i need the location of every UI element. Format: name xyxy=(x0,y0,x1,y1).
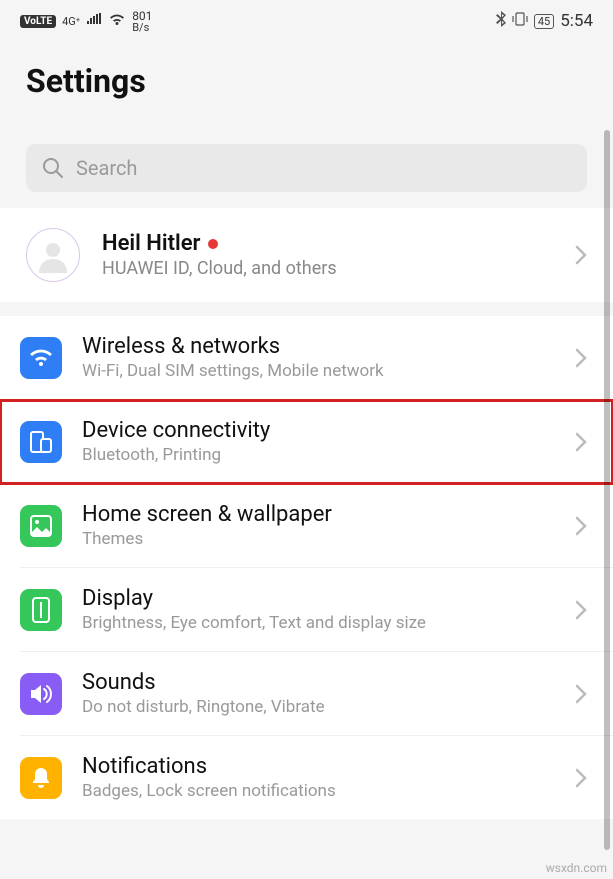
wifi-icon xyxy=(20,337,62,379)
setting-home-wallpaper[interactable]: Home screen & wallpaper Themes xyxy=(20,484,613,568)
setting-sounds[interactable]: Sounds Do not disturb, Ringtone, Vibrate xyxy=(20,652,613,736)
account-text: Heil Hitler HUAWEI ID, Cloud, and others xyxy=(102,231,553,279)
setting-subtitle: Brightness, Eye comfort, Text and displa… xyxy=(82,613,555,633)
chevron-right-icon xyxy=(575,348,587,368)
setting-subtitle: Do not disturb, Ringtone, Vibrate xyxy=(82,697,555,717)
setting-wireless-networks[interactable]: Wireless & networks Wi-Fi, Dual SIM sett… xyxy=(20,316,613,400)
setting-text: Notifications Badges, Lock screen notifi… xyxy=(82,754,555,801)
setting-title: Device connectivity xyxy=(82,418,555,443)
page-title: Settings xyxy=(26,62,587,100)
status-right: 45 5:54 xyxy=(496,11,593,31)
sounds-icon xyxy=(20,673,62,715)
setting-text: Home screen & wallpaper Themes xyxy=(82,502,555,549)
account-row[interactable]: Heil Hitler HUAWEI ID, Cloud, and others xyxy=(0,208,613,302)
section-divider xyxy=(0,302,613,316)
chevron-right-icon xyxy=(575,245,587,265)
setting-subtitle: Themes xyxy=(82,529,555,549)
search-icon xyxy=(42,157,64,179)
setting-title: Notifications xyxy=(82,754,555,779)
setting-text: Display Brightness, Eye comfort, Text an… xyxy=(82,586,555,633)
settings-list: Wireless & networks Wi-Fi, Dual SIM sett… xyxy=(0,316,613,819)
battery-indicator: 45 xyxy=(534,14,554,29)
account-name-row: Heil Hitler xyxy=(102,231,553,256)
chevron-right-icon xyxy=(575,768,587,788)
net-speed-unit: B/s xyxy=(132,22,152,33)
chevron-right-icon xyxy=(575,432,587,452)
signal-gen: 4G⁺ xyxy=(62,15,80,28)
display-icon xyxy=(20,589,62,631)
setting-device-connectivity[interactable]: Device connectivity Bluetooth, Printing xyxy=(0,400,613,484)
watermark: wsxdn.com xyxy=(546,861,607,875)
device-connectivity-icon xyxy=(20,421,62,463)
setting-text: Sounds Do not disturb, Ringtone, Vibrate xyxy=(82,670,555,717)
chevron-right-icon xyxy=(575,684,587,704)
setting-text: Device connectivity Bluetooth, Printing xyxy=(82,418,555,465)
account-name: Heil Hitler xyxy=(102,231,200,256)
setting-notifications[interactable]: Notifications Badges, Lock screen notifi… xyxy=(20,736,613,819)
wallpaper-icon xyxy=(20,505,62,547)
setting-title: Wireless & networks xyxy=(82,334,555,359)
setting-subtitle: Wi-Fi, Dual SIM settings, Mobile network xyxy=(82,361,555,381)
setting-title: Sounds xyxy=(82,670,555,695)
notifications-icon xyxy=(20,757,62,799)
search-placeholder: Search xyxy=(76,156,137,180)
setting-title: Home screen & wallpaper xyxy=(82,502,555,527)
account-subtitle: HUAWEI ID, Cloud, and others xyxy=(102,258,553,279)
clock: 5:54 xyxy=(560,11,593,31)
chevron-right-icon xyxy=(575,516,587,536)
notification-dot-icon xyxy=(208,239,218,249)
setting-subtitle: Badges, Lock screen notifications xyxy=(82,781,555,801)
account-section: Heil Hitler HUAWEI ID, Cloud, and others xyxy=(0,208,613,302)
signal-icon xyxy=(86,13,102,29)
chevron-right-icon xyxy=(575,600,587,620)
bluetooth-icon xyxy=(496,11,506,31)
volte-badge: VoLTE xyxy=(20,15,56,28)
setting-title: Display xyxy=(82,586,555,611)
header: Settings xyxy=(0,42,613,130)
search-input[interactable]: Search xyxy=(26,144,587,192)
network-speed: 801 B/s xyxy=(132,10,152,33)
setting-text: Wireless & networks Wi-Fi, Dual SIM sett… xyxy=(82,334,555,381)
setting-display[interactable]: Display Brightness, Eye comfort, Text an… xyxy=(20,568,613,652)
net-speed-value: 801 xyxy=(132,10,152,22)
wifi-icon xyxy=(108,13,126,30)
search-container: Search xyxy=(0,130,613,208)
scrollbar[interactable] xyxy=(604,130,610,850)
vibrate-icon xyxy=(512,12,528,30)
status-left: VoLTE 4G⁺ 801 B/s xyxy=(20,10,152,33)
setting-subtitle: Bluetooth, Printing xyxy=(82,445,555,465)
status-bar: VoLTE 4G⁺ 801 B/s 45 5:54 xyxy=(0,0,613,42)
avatar xyxy=(26,228,80,282)
